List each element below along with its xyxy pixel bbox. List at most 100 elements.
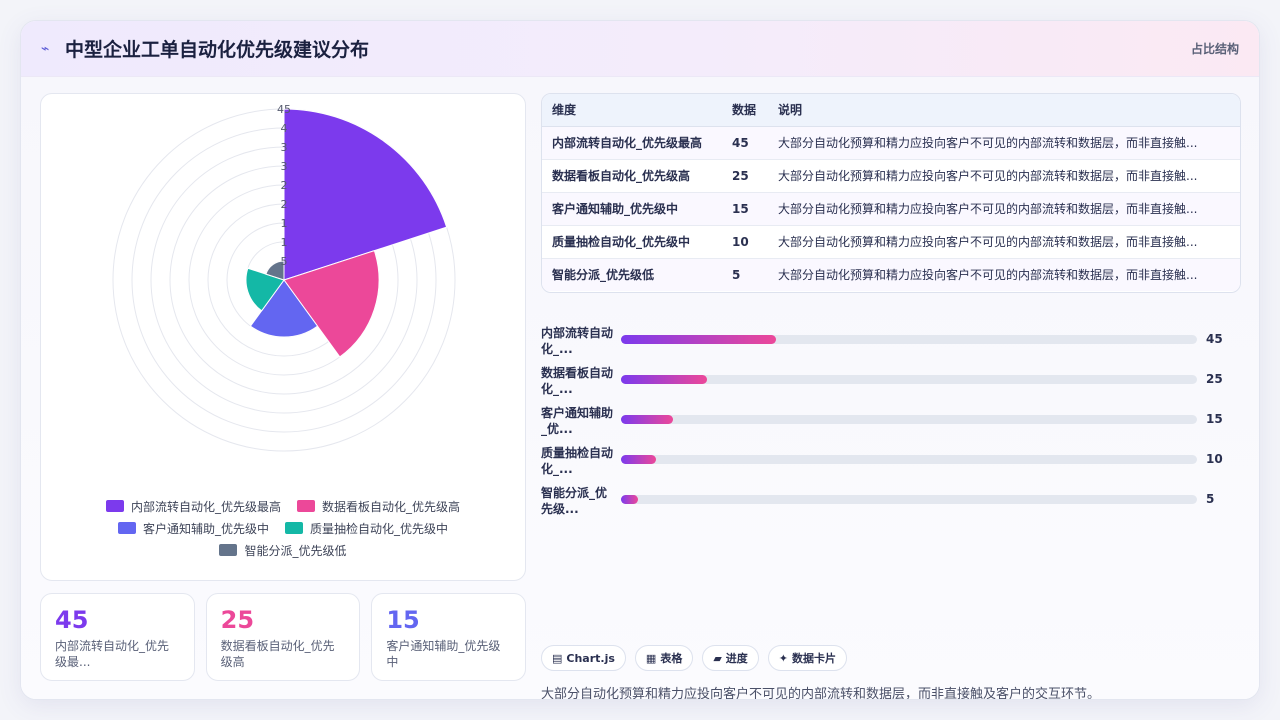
legend-swatch (105, 500, 124, 512)
legend-item[interactable]: 客户通知辅助_优先级中 (117, 520, 269, 536)
progress-row: 数据看板自动化_... 25 (541, 365, 1241, 405)
progress-list: 内部流转自动化_... 45 数据看板自动化_... 25 客户通知辅助_优... 15 质… (541, 325, 1241, 525)
table-cell-value: 5 (732, 267, 741, 282)
progress-icon: ▰ (713, 651, 722, 665)
legend-item[interactable]: 智能分派_优先级低 (219, 542, 347, 558)
progress-row: 客户通知辅助_优... 15 (541, 405, 1241, 445)
table-cell-value: 15 (722, 192, 768, 226)
legend-swatch (117, 522, 136, 534)
progress-track (621, 455, 1197, 464)
polar-area-chart: 5 1 1 2 2 3 3 4 45 (112, 103, 456, 452)
kpi-label: 数据看板自动化_优先级高 (220, 639, 335, 669)
progress-fill (621, 455, 656, 464)
table-cell-value: 10 (722, 225, 768, 259)
kpi-card: 15 客户通知辅助_优先级中 (371, 593, 527, 681)
progress-value: 45 (1206, 332, 1223, 346)
table-cell-description: 大部分自动化预算和精力应投向客户不可见的内部流转和数据层，而非直接触... (778, 268, 1198, 283)
progress-value: 15 (1206, 412, 1223, 426)
kpi-label: 客户通知辅助_优先级中 (386, 639, 501, 669)
chip-label: 表格 (660, 652, 683, 665)
legend-label: 质量抽检自动化_优先级中 (310, 521, 449, 536)
progress-row: 质量抽检自动化_... 10 (541, 445, 1241, 485)
progress-row: 内部流转自动化_... 45 (541, 325, 1241, 365)
header: ⌁ 中型企业工单自动化优先级建议分布 占比结构 (21, 21, 1259, 77)
chart-icon: ⌁ (41, 40, 50, 57)
progress-fill (621, 495, 639, 504)
radial-tick-label: 5 (281, 255, 288, 268)
chart-legend: 内部流转自动化_优先级最高 数据看板自动化_优先级高客户通知辅助_优先级中 质量抽检… (51, 498, 515, 558)
progress-fill (621, 415, 673, 424)
radial-tick-label: 3 (281, 141, 288, 154)
table-cell-value: 25 (722, 159, 768, 193)
progress-fill (621, 375, 708, 384)
legend-label: 智能分派_优先级低 (244, 543, 347, 558)
legend-label: 内部流转自动化_优先级最高 (130, 499, 281, 514)
legend-swatch (219, 544, 238, 556)
progress-track (621, 495, 1197, 504)
radial-tick-label: 2 (281, 179, 288, 192)
title-wrap: ⌁ 中型企业工单自动化优先级建议分布 (41, 35, 369, 62)
progress-label: 客户通知辅助_优... (541, 406, 614, 436)
table-cell-description: 大部分自动化预算和精力应投向客户不可见的内部流转和数据层，而非直接触... (768, 159, 1240, 193)
header-right-label: 占比结构 (1190, 42, 1239, 56)
progress-label: 智能分派_优先级... (541, 486, 608, 516)
table-cell-description: 大部分自动化预算和精力应投向客户不可见的内部流转和数据层，而非直接触... (768, 192, 1240, 226)
kpi-value: 25 (220, 606, 255, 634)
table-cell-dimension: 客户通知辅助_优先级中 (542, 192, 722, 226)
table-header-dimension: 维度 (542, 94, 722, 127)
radial-tick-label: 45 (277, 103, 291, 116)
chip-progress[interactable]: ▰ 进度 (702, 645, 759, 671)
table-row: 质量抽检自动化_优先级中 10 大部分自动化预算和精力应投向客户不可见的内部流转和数… (542, 225, 1240, 259)
data-table-panel: 维度 数据 说明 内部流转自动化_优先级最高 45 大部分自动化预算和精力应投向客户… (541, 93, 1241, 293)
legend-label: 客户通知辅助_优先级中 (142, 521, 269, 536)
legend-item[interactable]: 数据看板自动化_优先级高 (297, 498, 460, 514)
legend-item[interactable]: 质量抽检自动化_优先级中 (285, 520, 448, 536)
table-cell-dimension: 内部流转自动化_优先级最高 (542, 126, 722, 160)
sparkle-icon: ✦ (778, 651, 789, 665)
progress-fill (621, 335, 777, 344)
progress-value: 5 (1206, 492, 1215, 506)
radial-tick-label: 1 (281, 236, 288, 249)
chip-table[interactable]: ▦ 表格 (634, 645, 694, 671)
chip-label: Chart.js (566, 651, 615, 665)
view-chips: ▤ Chart.js ▦ 表格 ▰ 进度 ✦ 数据卡片 (541, 645, 848, 671)
radial-tick-label: 3 (281, 160, 288, 173)
radial-tick-label: 2 (281, 198, 288, 211)
radial-tick-label: 4 (281, 122, 288, 135)
progress-track (621, 415, 1197, 424)
content-area: 5 1 1 2 2 3 3 4 45 内部流转自动化_优先级最高 数据看板自动化_优先级高 客户通知… (21, 77, 1259, 700)
table-header-row: 维度 数据 说明 (542, 94, 1240, 127)
table-cell-dimension: 质量抽检自动化_优先级中 (542, 225, 722, 259)
legend-label: 数据看板自动化_优先级高 (322, 499, 461, 514)
table-cell-dimension: 数据看板自动化_优先级高 (542, 159, 722, 193)
table-row: 智能分派_优先级低 5 大部分自动化预算和精力应投向客户不可见的内部流转和数据层，而… (542, 258, 1240, 291)
chip-label: 数据卡片 (792, 652, 837, 665)
kpi-cards: 45 内部流转自动化_优先级最... 25 数据看板自动化_优先级高 15 客户通知辅助_… (40, 593, 527, 681)
kpi-label: 内部流转自动化_优先级最... (55, 639, 170, 669)
table-row: 内部流转自动化_优先级最高 45 大部分自动化预算和精力应投向客户不可见的内部流转和… (542, 126, 1240, 160)
chip-sparkle[interactable]: ✦ 数据卡片 (767, 645, 848, 671)
table-row: 客户通知辅助_优先级中 15 大部分自动化预算和精力应投向客户不可见的内部流转和数据… (542, 192, 1240, 226)
legend-swatch (297, 500, 315, 512)
table-header-value: 数据 (722, 94, 768, 127)
progress-label: 内部流转自动化_... (541, 326, 614, 356)
kpi-card: 25 数据看板自动化_优先级高 (205, 593, 361, 681)
progress-track (621, 335, 1197, 344)
chip-chart[interactable]: ▤ Chart.js (541, 645, 626, 671)
radial-tick-label: 1 (281, 217, 288, 230)
page-title: 中型企业工单自动化优先级建议分布 (65, 39, 370, 61)
table-cell-dimension: 智能分派_优先级低 (552, 268, 655, 283)
progress-label: 质量抽检自动化_... (541, 446, 614, 476)
footnote: 大部分自动化预算和精力应投向客户不可见的内部流转和数据层，而非直接触及客户的交互… (541, 687, 1101, 700)
legend-item[interactable]: 内部流转自动化_优先级最高 (105, 498, 281, 514)
legend-swatch (285, 522, 303, 534)
progress-value: 25 (1206, 372, 1223, 386)
chip-label: 进度 (725, 652, 748, 665)
table-cell-description: 大部分自动化预算和精力应投向客户不可见的内部流转和数据层，而非直接触... (768, 126, 1240, 160)
progress-label: 数据看板自动化_... (541, 366, 614, 396)
progress-row: 智能分派_优先级... 5 (541, 485, 1241, 525)
table-header-description: 说明 (768, 94, 1240, 127)
chart-panel: 5 1 1 2 2 3 3 4 45 内部流转自动化_优先级最高 数据看板自动化_优先级高客户通知… (40, 93, 526, 581)
kpi-value: 15 (386, 606, 420, 634)
kpi-card: 45 内部流转自动化_优先级最... (40, 593, 195, 681)
